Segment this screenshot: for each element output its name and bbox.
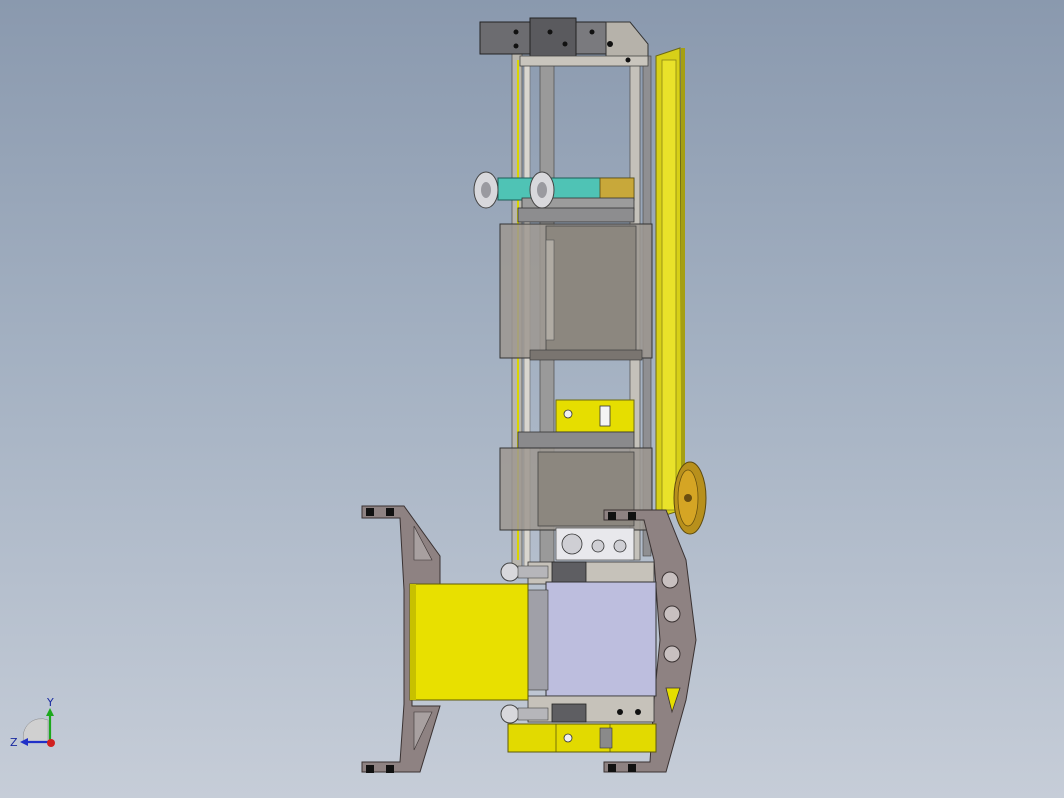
teal-carriage: [497, 177, 635, 223]
cad-model-view[interactable]: [0, 0, 1064, 798]
bottom-yellow-base: [507, 723, 657, 753]
triad-quadrant-icon: [22, 718, 49, 743]
middle-yellow-plate: [555, 399, 635, 433]
axis-triad: Y Z: [10, 696, 55, 749]
perforated-plate: [555, 527, 635, 561]
yellow-vertical-beam: [655, 47, 685, 519]
top-bracket: [479, 17, 649, 67]
gripper-body: [523, 561, 657, 723]
z-axis-label: Z: [10, 736, 18, 749]
rotary-disk: [673, 461, 707, 535]
x-axis-dot-icon: [47, 739, 55, 747]
upper-housing: [499, 223, 653, 361]
yellow-gripper-pad: [409, 583, 529, 701]
y-axis-label: Y: [46, 696, 54, 709]
middle-carriage: [517, 431, 635, 449]
cad-viewport[interactable]: Y Z: [0, 0, 1064, 798]
